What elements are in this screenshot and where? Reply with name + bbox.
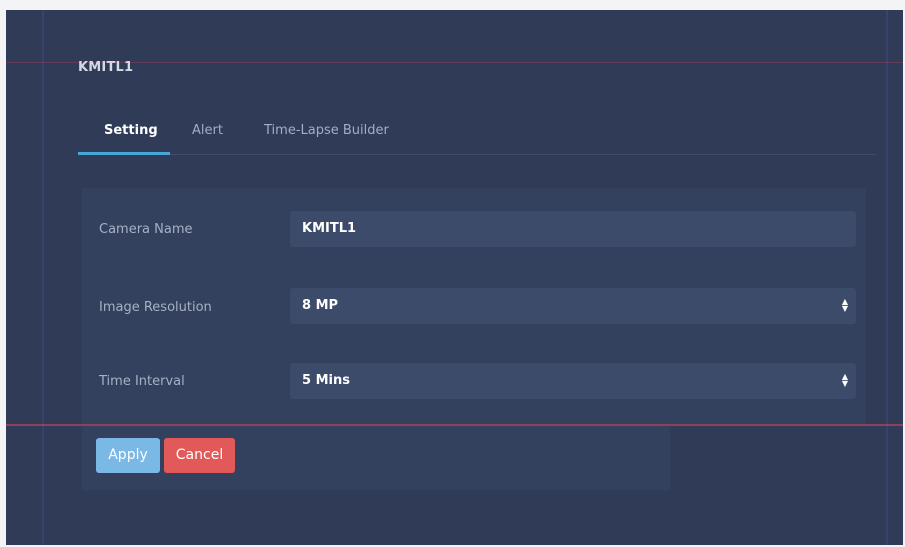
- image-resolution-select[interactable]: 8 MP ▲ ▼: [290, 288, 856, 324]
- time-interval-label: Time Interval: [99, 374, 185, 389]
- select-arrows-icon: ▲ ▼: [841, 372, 848, 388]
- cancel-button[interactable]: Cancel: [164, 438, 235, 473]
- active-tab-indicator: [78, 152, 170, 155]
- select-arrows-icon: ▲ ▼: [841, 297, 848, 313]
- apply-button[interactable]: Apply: [96, 438, 160, 473]
- display-artifact: [6, 62, 903, 63]
- image-resolution-value: 8 MP: [302, 298, 339, 313]
- camera-name-input[interactable]: KMITL1: [290, 211, 856, 247]
- tab-bar: Setting Alert Time-Lapse Builder: [78, 110, 876, 155]
- display-artifact: [42, 10, 44, 545]
- image-resolution-label: Image Resolution: [99, 300, 212, 315]
- settings-form: Camera Name KMITL1 Image Resolution 8 MP…: [82, 188, 866, 424]
- display-artifact: [886, 10, 888, 545]
- page-title: KMITL1: [78, 60, 134, 75]
- time-interval-value: 5 Mins: [302, 373, 350, 388]
- tab-time-lapse-builder[interactable]: Time-Lapse Builder: [264, 116, 389, 152]
- tab-setting[interactable]: Setting: [104, 116, 158, 152]
- camera-name-label: Camera Name: [99, 222, 193, 237]
- tab-alert[interactable]: Alert: [192, 116, 223, 152]
- time-interval-select[interactable]: 5 Mins ▲ ▼: [290, 363, 856, 399]
- camera-settings-window: KMITL1 Setting Alert Time-Lapse Builder …: [6, 10, 903, 545]
